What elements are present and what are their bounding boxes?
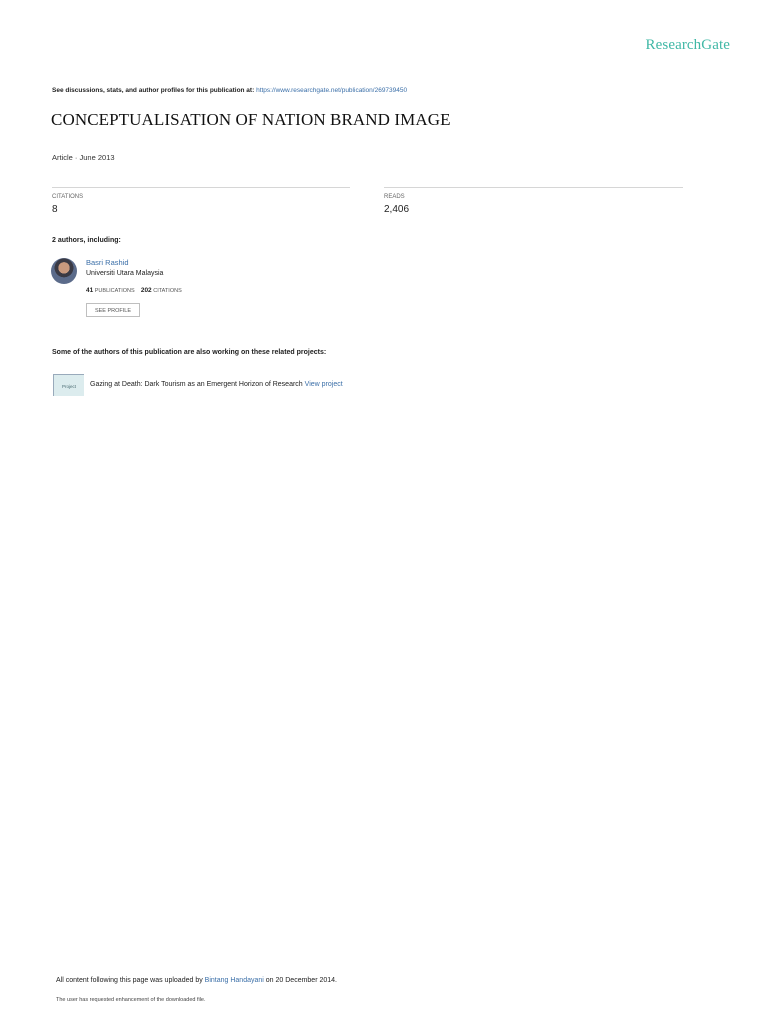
projects-label: Some of the authors of this publication … [52, 349, 327, 356]
citations-label: CITATIONS [52, 194, 84, 200]
project-icon: Project [53, 374, 84, 396]
publication-meta: Article · June 2013 [52, 153, 115, 162]
project-title-line: Gazing at Death: Dark Tourism as an Emer… [90, 381, 343, 388]
upload-prefix: All content following this page was uplo… [56, 977, 203, 984]
reads-value: 2,406 [384, 204, 410, 215]
citations-divider [52, 187, 350, 188]
author-institution: Universiti Utara Malaysia [86, 270, 164, 277]
see-profile-button[interactable]: SEE PROFILE [86, 303, 140, 317]
author-stats: 41 PUBLICATIONS 202 CITATIONS [86, 287, 182, 294]
upload-suffix: on 20 December 2014. [265, 977, 337, 984]
publication-title: CONCEPTUALISATION OF NATION BRAND IMAGE [51, 110, 451, 129]
reads-divider [384, 187, 683, 188]
author-citations-count: 202 [140, 287, 152, 294]
publication-url-link[interactable]: https://www.researchgate.net/publication… [256, 87, 407, 94]
view-project-link[interactable]: View project [305, 381, 343, 388]
author-name-link[interactable]: Basri Rashid [86, 258, 129, 267]
authors-label: 2 authors, including: [52, 237, 121, 244]
author-publications-label: PUBLICATIONS [94, 288, 135, 294]
author-publications-count: 41 [86, 287, 94, 294]
upload-note: All content following this page was uplo… [56, 977, 337, 984]
uploader-link[interactable]: Bintang Handayani [205, 977, 264, 984]
researchgate-logo[interactable]: ResearchGate [646, 37, 730, 54]
author-avatar[interactable] [51, 258, 77, 284]
enhancement-note: The user has requested enhancement of th… [56, 997, 206, 1003]
discussion-note: See discussions, stats, and author profi… [52, 87, 407, 94]
discussion-note-text: See discussions, stats, and author profi… [52, 87, 255, 94]
project-title: Gazing at Death: Dark Tourism as an Emer… [90, 381, 303, 388]
reads-label: READS [384, 194, 405, 200]
citations-value: 8 [52, 204, 58, 215]
author-citations-label: CITATIONS [153, 288, 182, 294]
